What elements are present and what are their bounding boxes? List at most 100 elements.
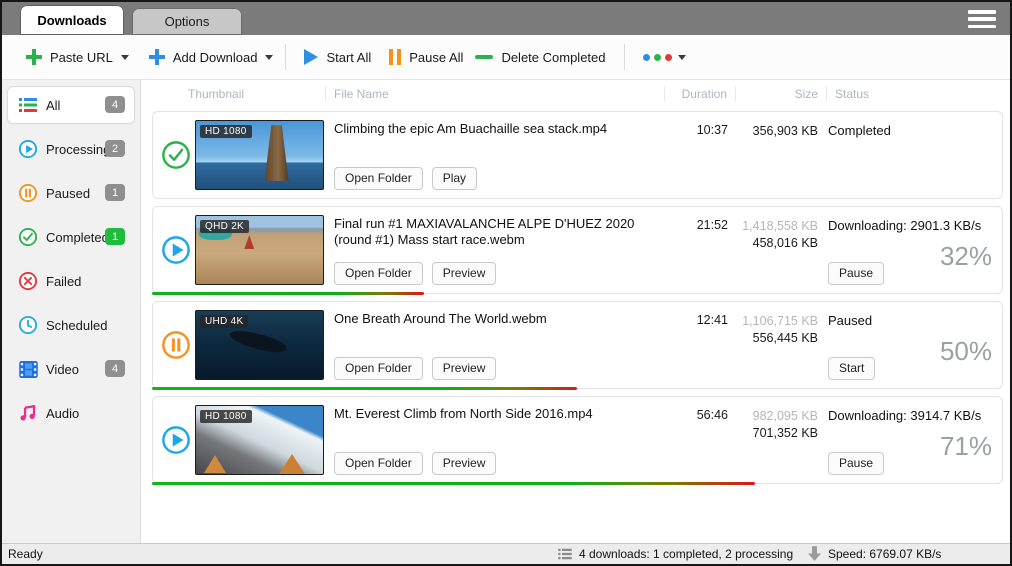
toolbar: Paste URL Add Download Start All Pause A… (2, 35, 1010, 80)
column-file-name[interactable]: File Name (326, 87, 664, 101)
downloads-summary-text: 4 downloads: 1 completed, 2 processing (579, 547, 793, 561)
size-downloaded: 701,352 KB (753, 426, 818, 440)
download-row[interactable]: HD 1080 Climbing the epic Am Buachaille … (152, 111, 1003, 199)
percent-label: 71% (940, 431, 992, 462)
pause-button[interactable]: Pause (828, 262, 884, 285)
hamburger-menu-icon[interactable] (968, 10, 996, 28)
play-circle-icon (161, 425, 191, 455)
size-downloaded: 556,445 KB (753, 331, 818, 345)
quality-badge: HD 1080 (200, 410, 252, 423)
column-duration[interactable]: Duration (665, 87, 727, 101)
count-badge: 4 (105, 96, 125, 113)
sidebar-item-video[interactable]: Video 4 (8, 351, 134, 387)
start-button[interactable]: Start (828, 357, 875, 380)
sidebar-item-processing[interactable]: Processing 2 (8, 131, 134, 167)
file-name: Climbing the epic Am Buachaille sea stac… (334, 121, 666, 137)
size-downloaded: 458,016 KB (753, 236, 818, 250)
duration-value: 12:41 (666, 310, 728, 380)
colored-list-icon (18, 95, 38, 115)
status-ready-text: Ready (8, 547, 43, 561)
toolbar-separator (624, 44, 625, 70)
preview-button[interactable]: Preview (432, 452, 497, 475)
play-circle-icon (161, 235, 191, 265)
pause-circle-icon (18, 183, 38, 203)
count-badge: 1 (105, 184, 125, 201)
tab-options-label: Options (165, 14, 210, 29)
open-folder-button[interactable]: Open Folder (334, 452, 423, 475)
status-text: Downloading: 2901.3 KB/s (828, 218, 981, 233)
play-button[interactable]: Play (432, 167, 477, 190)
clock-icon (18, 315, 38, 335)
column-thumbnail[interactable]: Thumbnail (186, 87, 325, 101)
plus-icon (26, 49, 42, 65)
delete-completed-label: Delete Completed (501, 50, 605, 65)
add-download-button[interactable]: Add Download (143, 43, 264, 71)
toolbar-separator (285, 44, 286, 70)
column-status[interactable]: Status (827, 87, 1003, 101)
pause-all-label: Pause All (409, 50, 463, 65)
size-total: 1,418,558 KB (742, 219, 818, 233)
pause-all-button[interactable]: Pause All (383, 43, 469, 71)
video-thumbnail: UHD 4K (195, 310, 324, 380)
progress-bar (152, 482, 755, 485)
duration-value: 21:52 (666, 215, 728, 285)
open-folder-button[interactable]: Open Folder (334, 262, 423, 285)
download-row[interactable]: QHD 2K Final run #1 MAXIAVALANCHE ALPE D… (152, 206, 1003, 294)
sidebar-item-label: Video (46, 362, 79, 377)
count-badge: 4 (105, 360, 125, 377)
percent-label: 32% (940, 241, 992, 272)
preview-button[interactable]: Preview (432, 262, 497, 285)
music-note-icon (18, 403, 38, 423)
sidebar-item-all[interactable]: All 4 (8, 87, 134, 123)
sidebar: All 4 Processing 2 Paused 1 Completed 1 (2, 80, 141, 543)
tab-options[interactable]: Options (132, 8, 242, 35)
sidebar-item-label: Failed (46, 274, 81, 289)
open-folder-button[interactable]: Open Folder (334, 167, 423, 190)
quality-badge: QHD 2K (200, 220, 249, 233)
sidebar-item-failed[interactable]: Failed (8, 263, 134, 299)
sidebar-item-audio[interactable]: Audio (8, 395, 134, 431)
paste-url-button[interactable]: Paste URL (20, 43, 119, 71)
duration-value: 56:46 (666, 405, 728, 475)
sidebar-item-scheduled[interactable]: Scheduled (8, 307, 134, 343)
status-text: Downloading: 3914.7 KB/s (828, 408, 981, 423)
delete-completed-button[interactable]: Delete Completed (469, 44, 611, 71)
downloads-panel: Thumbnail File Name Duration Size Status… (142, 80, 1010, 543)
paste-url-caret-icon[interactable] (121, 55, 129, 60)
quality-badge: UHD 4K (200, 315, 248, 328)
sidebar-item-label: Audio (46, 406, 79, 421)
check-circle-icon (18, 227, 38, 247)
sidebar-item-label: Paused (46, 186, 90, 201)
sidebar-item-completed[interactable]: Completed 1 (8, 219, 134, 255)
start-all-button[interactable]: Start All (298, 43, 377, 71)
sidebar-item-label: Scheduled (46, 318, 107, 333)
pause-icon (389, 49, 401, 65)
table-header: Thumbnail File Name Duration Size Status (152, 80, 1003, 107)
file-name: Mt. Everest Climb from North Side 2016.m… (334, 406, 666, 422)
duration-value: 10:37 (666, 120, 728, 190)
file-name: Final run #1 MAXIAVALANCHE ALPE D'HUEZ 2… (334, 216, 666, 248)
size-total: 982,095 KB (753, 409, 818, 423)
dash-icon (475, 55, 493, 59)
list-icon (558, 548, 572, 560)
video-thumbnail: QHD 2K (195, 215, 324, 285)
size-total: 356,903 KB (753, 124, 818, 138)
add-download-caret-icon[interactable] (265, 55, 273, 60)
open-folder-button[interactable]: Open Folder (334, 357, 423, 380)
more-actions-button[interactable] (637, 48, 692, 67)
green-dot-icon (654, 54, 661, 61)
red-dot-icon (665, 54, 672, 61)
sidebar-item-label: Completed (46, 230, 109, 245)
tab-downloads[interactable]: Downloads (20, 5, 124, 35)
download-row[interactable]: HD 1080 Mt. Everest Climb from North Sid… (152, 396, 1003, 484)
paste-url-label: Paste URL (50, 50, 113, 65)
sidebar-item-paused[interactable]: Paused 1 (8, 175, 134, 211)
down-arrow-icon (808, 546, 821, 561)
pause-button[interactable]: Pause (828, 452, 884, 475)
speed-text: Speed: 6769.07 KB/s (828, 547, 941, 561)
check-circle-icon (161, 140, 191, 170)
add-download-label: Add Download (173, 50, 258, 65)
column-size[interactable]: Size (736, 87, 826, 101)
download-row[interactable]: UHD 4K One Breath Around The World.webm … (152, 301, 1003, 389)
preview-button[interactable]: Preview (432, 357, 497, 380)
